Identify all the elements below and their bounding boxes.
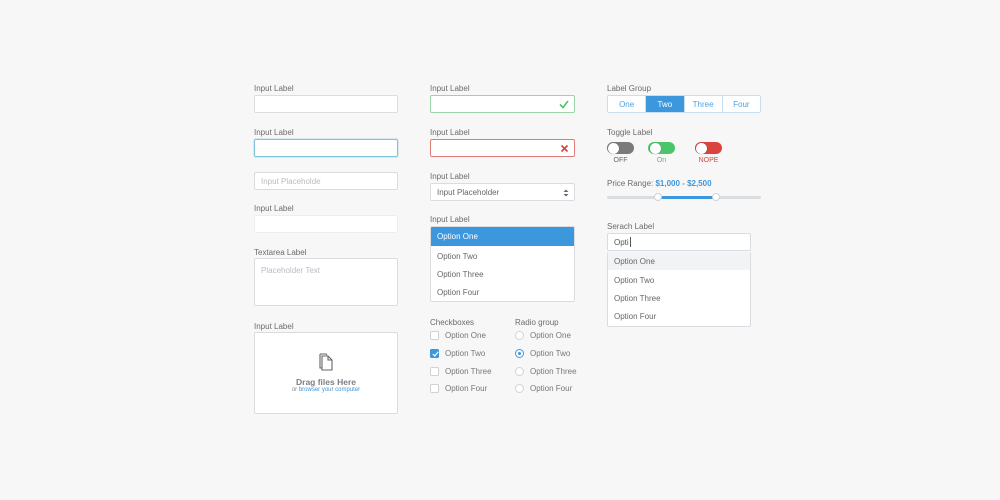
input-placeholder-text: Input Placeholde — [261, 176, 321, 186]
search-result-three[interactable]: Option Three — [608, 289, 750, 307]
checkbox-option-four[interactable] — [430, 384, 439, 393]
search-result-two[interactable]: Option Two — [608, 271, 750, 289]
toggle-label: Toggle Label — [607, 128, 653, 137]
radio-label-two: Option Two — [530, 349, 571, 358]
valid-input-label: Input Label — [430, 84, 470, 93]
radio-group-label: Radio group — [515, 318, 559, 327]
dropdown-option-two[interactable]: Option Two — [431, 247, 574, 265]
checkbox-option-two[interactable] — [430, 349, 439, 358]
error-input[interactable] — [430, 139, 575, 157]
toggle-on[interactable] — [648, 142, 675, 154]
select-label: Input Label — [430, 172, 470, 181]
toggle-nope-label: NOPE — [698, 157, 719, 164]
checkbox-option-one[interactable] — [430, 331, 439, 340]
checkbox-option-three[interactable] — [430, 367, 439, 376]
toggle-knob — [695, 142, 707, 154]
range-slider-track[interactable] — [607, 193, 761, 201]
file-icon — [319, 353, 333, 371]
input-label-4: Input Label — [254, 204, 294, 213]
price-range-title: Price Range: — [607, 179, 654, 188]
check-icon — [559, 100, 569, 109]
toggle-off-label: OFF — [613, 157, 628, 164]
text-input-placeholder[interactable]: Input Placeholde — [254, 172, 398, 190]
checkbox-label-one: Option One — [445, 331, 486, 340]
upload-sub-prefix: or — [291, 387, 298, 393]
segment-four[interactable]: Four — [722, 96, 760, 112]
segmented-control: One Two Three Four — [607, 95, 761, 113]
browse-computer-link[interactable]: browser your computer — [299, 387, 360, 393]
toggle-knob — [649, 142, 661, 154]
toggle-nope[interactable] — [695, 142, 722, 154]
dropdown-label: Input Label — [430, 215, 470, 224]
error-input-label: Input Label — [430, 128, 470, 137]
radio-option-four[interactable] — [515, 384, 524, 393]
checkmark-icon — [431, 351, 439, 357]
search-result-four[interactable]: Option Four — [608, 307, 750, 325]
toggle-off[interactable] — [607, 142, 634, 154]
radio-option-one[interactable] — [515, 331, 524, 340]
search-results-list: Option One Option Two Option Three Optio… — [607, 252, 751, 327]
valid-input[interactable] — [430, 95, 575, 113]
toggle-knob — [607, 142, 619, 154]
error-x-icon — [560, 144, 569, 153]
range-handle-low[interactable] — [653, 193, 662, 201]
radio-label-one: Option One — [530, 331, 571, 340]
label-group-label: Label Group — [607, 84, 652, 93]
dropdown-list[interactable]: Option One Option Two Option Three Optio… — [430, 226, 575, 302]
text-input-4[interactable] — [254, 215, 398, 233]
file-drop-zone[interactable]: Drag files Here or browser your computer — [254, 332, 398, 414]
search-result-one[interactable]: Option One — [608, 252, 750, 270]
textarea-label: Textarea Label — [254, 248, 307, 257]
upload-subtitle: or browser your computer — [255, 387, 397, 393]
radio-label-three: Option Three — [530, 367, 577, 376]
search-input[interactable]: Opti — [607, 233, 751, 251]
checkbox-label-four: Option Four — [445, 384, 488, 393]
text-input-focused[interactable] — [254, 139, 398, 157]
search-label: Serach Label — [607, 222, 655, 231]
checkbox-label-two: Option Two — [445, 349, 486, 358]
text-cursor — [629, 237, 631, 247]
range-slider-fill — [657, 196, 717, 199]
dropdown-option-one[interactable]: Option One — [431, 227, 574, 246]
select-input[interactable]: Input Placeholder — [430, 183, 575, 201]
segment-one[interactable]: One — [608, 96, 647, 112]
segment-three[interactable]: Three — [684, 96, 723, 112]
segment-two[interactable]: Two — [646, 96, 685, 112]
checkboxes-label: Checkboxes — [430, 318, 475, 327]
price-range-value: $1,000 - $2,500 — [655, 179, 712, 188]
select-value: Input Placeholder — [437, 187, 500, 197]
radio-option-two[interactable] — [515, 349, 524, 358]
input-label-2: Input Label — [254, 128, 294, 137]
range-handle-high[interactable] — [712, 193, 721, 201]
upload-title: Drag files Here — [296, 377, 356, 387]
toggle-on-label: On — [656, 157, 667, 164]
textarea-placeholder: Placeholder Text — [261, 266, 320, 275]
dropdown-option-four[interactable]: Option Four — [431, 283, 574, 301]
textarea[interactable]: Placeholder Text — [254, 258, 398, 306]
search-input-value: Opti — [614, 237, 629, 247]
radio-label-four: Option Four — [530, 384, 573, 393]
upload-label: Input Label — [254, 322, 294, 331]
input-label-1: Input Label — [254, 84, 294, 93]
select-arrows-icon — [563, 189, 569, 197]
dropdown-option-three[interactable]: Option Three — [431, 265, 574, 283]
radio-option-three[interactable] — [515, 367, 524, 376]
checkbox-label-three: Option Three — [445, 367, 492, 376]
text-input-1[interactable] — [254, 95, 398, 113]
price-range-label: Price Range: $1,000 - $2,500 — [607, 179, 712, 188]
